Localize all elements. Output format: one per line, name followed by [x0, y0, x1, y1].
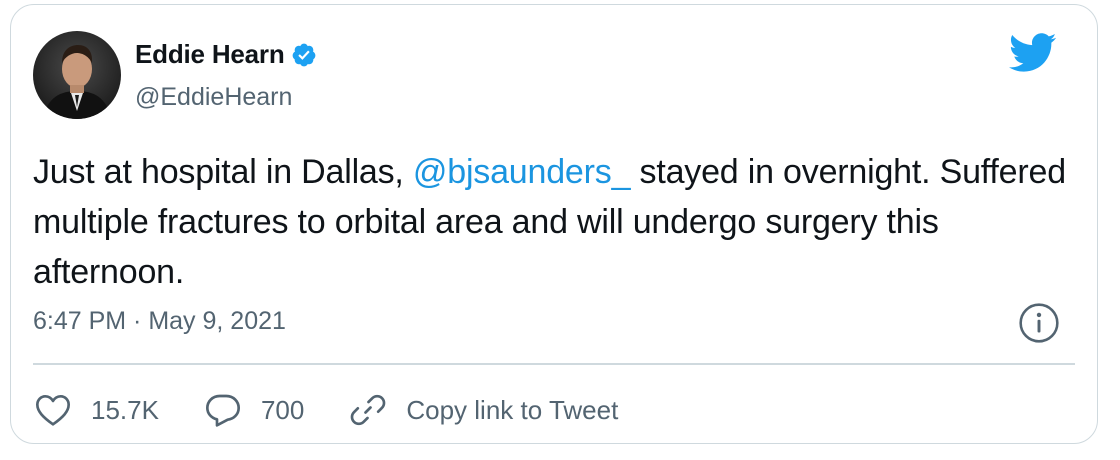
link-icon — [351, 394, 386, 426]
reply-icon — [205, 394, 240, 427]
heart-icon — [36, 395, 70, 426]
tweet-text: Just at hospital in Dallas, @bjsaunders_… — [33, 147, 1083, 297]
like-button[interactable]: 15.7K — [33, 390, 159, 430]
author-handle[interactable]: @EddieHearn — [135, 83, 292, 112]
info-icon[interactable] — [1017, 301, 1061, 345]
copy-link-label: Copy link to Tweet — [406, 394, 619, 425]
copy-link-button[interactable]: Copy link to Tweet — [348, 390, 618, 430]
reply-button[interactable]: 700 — [203, 390, 304, 430]
mention-link[interactable]: @bjsaunders_ — [413, 153, 631, 191]
twitter-bird-icon[interactable] — [1009, 33, 1057, 73]
reply-count: 700 — [260, 394, 305, 425]
like-count: 15.7K — [91, 394, 159, 425]
avatar-image — [33, 31, 121, 119]
author-name[interactable]: Eddie Hearn — [135, 39, 285, 70]
tweet-text-before: Just at hospital in Dallas, — [33, 153, 413, 191]
verified-badge-icon — [292, 43, 315, 66]
avatar[interactable] — [33, 31, 121, 119]
tweet-card[interactable]: Eddie Hearn @EddieHearn Just at hospital… — [10, 4, 1098, 444]
action-bar: 15.7K 700 Copy link to Tweet — [33, 387, 662, 433]
divider — [33, 363, 1075, 365]
tweet-timestamp[interactable]: 6:47 PM · May 9, 2021 — [33, 307, 286, 336]
